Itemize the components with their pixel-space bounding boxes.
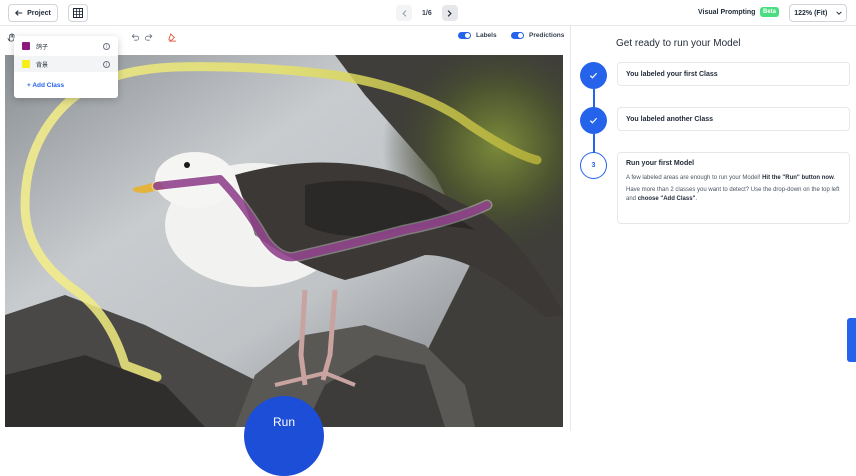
class-color-swatch	[22, 42, 30, 50]
undo-button[interactable]	[129, 31, 141, 43]
chevron-right-icon	[447, 9, 452, 17]
redo-icon	[145, 33, 153, 41]
run-button[interactable]: Run	[244, 396, 324, 476]
info-icon[interactable]: i	[103, 60, 110, 68]
step-2-card: You labeled another Class	[617, 107, 850, 131]
predictions-toggle[interactable]: Predictions	[511, 32, 564, 39]
eraser-icon	[167, 32, 176, 42]
step-3-instruction: A few labeled areas are enough to run yo…	[626, 175, 836, 181]
labels-switch[interactable]	[458, 32, 471, 39]
undo-icon	[131, 33, 139, 41]
step-2-check	[580, 107, 607, 134]
check-icon	[589, 117, 598, 124]
class-name: 鸽子	[36, 44, 49, 51]
clear-labels-button[interactable]	[166, 31, 178, 43]
grid-view-button[interactable]	[68, 4, 88, 22]
step-1-card: You labeled your first Class	[617, 62, 850, 86]
previous-image-button[interactable]	[396, 5, 412, 21]
info-icon[interactable]: i	[103, 42, 110, 50]
back-to-project-button[interactable]: Project	[8, 4, 58, 22]
step-3-card: Run your first Model A few labeled areas…	[617, 152, 850, 224]
step-1-title: You labeled your first Class	[626, 71, 718, 78]
chevron-left-icon	[401, 9, 406, 17]
redo-button[interactable]	[143, 31, 155, 43]
step-3-title: Run your first Model	[626, 160, 695, 167]
beta-badge: Beta	[760, 7, 780, 17]
panel-title: Get ready to run your Model	[616, 38, 741, 49]
step-connector	[593, 134, 595, 154]
gull-photo	[5, 55, 563, 427]
feedback-tab[interactable]	[847, 318, 856, 362]
zoom-value: 122% (Fit)	[794, 9, 828, 17]
top-bar: Project 1/6 Visual Prompting Beta 122% (…	[0, 0, 856, 26]
step-1-check	[580, 62, 607, 89]
chevron-down-icon	[836, 11, 842, 15]
page-indicator: 1/6	[422, 9, 432, 17]
class-color-swatch	[22, 60, 30, 68]
visual-prompting-label: Visual Prompting	[698, 9, 756, 16]
grid-icon	[73, 8, 83, 18]
zoom-dropdown[interactable]: 122% (Fit)	[789, 4, 847, 22]
class-item-background[interactable]: 背景 i	[14, 56, 118, 72]
image-pager: 1/6	[396, 5, 458, 21]
step-2-title: You labeled another Class	[626, 116, 714, 123]
project-label: Project	[27, 9, 51, 17]
labels-toggle-label: Labels	[476, 32, 497, 39]
step-connector	[593, 89, 595, 109]
predictions-toggle-label: Predictions	[529, 32, 565, 39]
annotation-canvas[interactable]	[5, 55, 563, 427]
check-icon	[589, 72, 598, 79]
add-class-button[interactable]: + Add Class	[27, 82, 64, 89]
class-name: 背景	[36, 62, 49, 69]
panel-divider	[570, 26, 571, 431]
step-3-add-class-hint: Have more than 2 classes you want to det…	[626, 187, 840, 202]
predictions-switch[interactable]	[511, 32, 524, 39]
arrow-left-icon	[15, 10, 23, 16]
labels-toggle[interactable]: Labels	[458, 32, 497, 39]
next-image-button[interactable]	[441, 5, 458, 21]
step-3-number: 3	[580, 152, 607, 179]
class-item-pigeon[interactable]: 鸽子 i	[14, 38, 118, 54]
